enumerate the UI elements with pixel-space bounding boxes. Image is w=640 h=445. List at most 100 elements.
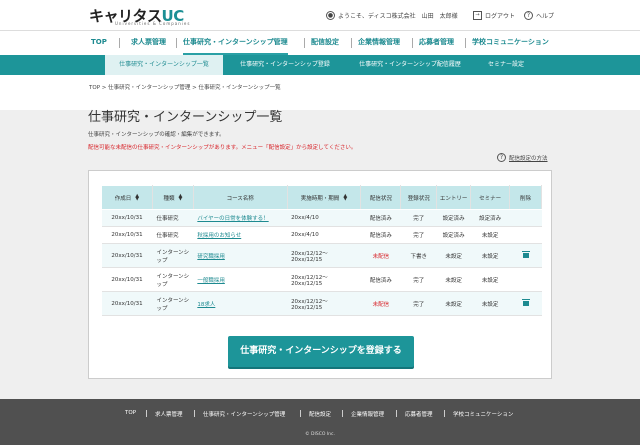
col-registration-status: 登録状況 [400, 185, 438, 210]
user-icon: ● [326, 11, 335, 20]
help-link[interactable]: ? ヘルプ [524, 11, 554, 20]
nav-company-info[interactable]: 企業情報管理 [358, 31, 400, 53]
page: キャリタスUC Universities & Companies ● ようこそ、… [0, 0, 640, 445]
table-row: 20xx/10/31 インターンシップ 18求人 20xx/12/12～20xx… [101, 291, 542, 316]
cell-period: 20xx/4/10 [287, 209, 361, 227]
copyright: © DISCO Inc. [305, 432, 335, 437]
cell-delete [509, 226, 542, 244]
cell-date: 20xx/10/31 [101, 209, 153, 227]
col-delete: 削除 [509, 185, 542, 210]
table-row: 20xx/10/31 仕事研究 バイヤーの日常を体験する！ 20xx/4/10 … [101, 209, 542, 227]
footer-divider [342, 410, 343, 417]
help-label: ヘルプ [536, 13, 555, 20]
footer-divider [300, 410, 301, 417]
footer-link-delivery[interactable]: 配信設定 [309, 410, 331, 418]
nav-divider [412, 38, 413, 48]
breadcrumb[interactable]: TOP > 仕事研究・インターンシップ管理 > 仕事研究・インターンシップ一覧 [89, 83, 281, 91]
course-link[interactable]: バイヤーの日常を体験する！ [197, 216, 268, 222]
sort-icon[interactable]: ▲ ▼ [178, 194, 182, 202]
nav-delivery[interactable]: 配信設定 [311, 31, 339, 53]
main-nav: TOP 求人票管理 仕事研究・インターンシップ管理 配信設定 企業情報管理 応募… [0, 30, 640, 55]
cell-course[interactable]: 研究職採用 [193, 243, 288, 268]
nav-job-posting[interactable]: 求人票管理 [131, 31, 166, 53]
cell-delivery-status: 配信済み [360, 267, 401, 292]
cell-date: 20xx/10/31 [101, 291, 153, 316]
subnav-delivery-history[interactable]: 仕事研究・インターンシップ配信履歴 [348, 55, 472, 75]
cell-entry: 未設定 [436, 291, 471, 316]
nav-divider [119, 38, 120, 48]
table-row: 20xx/10/31 インターンシップ 研究職採用 20xx/12/12～20x… [101, 243, 542, 268]
col-seminar: セミナー [470, 185, 511, 210]
cell-registration-status: 完了 [400, 226, 437, 244]
internship-table: 作成日 ▲ ▼ 種類 ▲ ▼ コース名称 実施時期・期間 ▲ ▼ 配信状況 登録状況 エント… [101, 185, 542, 316]
cell-period: 20xx/12/12～20xx/12/15 [287, 291, 361, 316]
page-description: 仕事研究・インターンシップの確認・編集ができます。 [88, 132, 225, 138]
page-title: 仕事研究・インターンシップ一覧 [88, 110, 283, 125]
footer-divider [194, 410, 195, 417]
cell-entry: 未設定 [436, 243, 471, 268]
greeting-text: ようこそ、ディスコ株式会社 山田 太郎様 [338, 13, 458, 20]
sort-icon[interactable]: ▲ ▼ [135, 194, 139, 202]
col-created-date[interactable]: 作成日 ▲ ▼ [101, 185, 153, 210]
cell-entry: 未設定 [436, 267, 471, 292]
logout-label: ログアウト [485, 13, 516, 20]
footer-link-top[interactable]: TOP [125, 410, 136, 416]
course-link[interactable]: 18求人 [197, 302, 215, 308]
cell-delivery-status: 未配信 [360, 243, 401, 268]
cell-seminar: 未設定 [470, 291, 510, 316]
cell-registration-status: 完了 [400, 267, 437, 292]
table-header-row: 作成日 ▲ ▼ 種類 ▲ ▼ コース名称 実施時期・期間 ▲ ▼ 配信状況 登録状況 エント… [101, 185, 542, 210]
col-period[interactable]: 実施時期・期間 ▲ ▼ [286, 185, 362, 210]
nav-school-communication[interactable]: 学校コミュニケーション [472, 31, 549, 53]
footer-divider [146, 410, 147, 417]
trash-icon[interactable] [521, 251, 530, 258]
cell-seminar: 未設定 [470, 226, 510, 244]
cell-date: 20xx/10/31 [101, 267, 153, 292]
cell-seminar: 未設定 [470, 243, 510, 268]
course-link[interactable]: 秋採用のお知らせ [197, 233, 241, 239]
logo-subtitle: Universities & Companies [115, 21, 191, 26]
cell-registration-status: 完了 [400, 291, 437, 316]
cell-entry: 設定済み [436, 226, 471, 244]
cell-entry: 設定済み [436, 209, 471, 227]
trash-icon[interactable] [521, 299, 530, 306]
cell-type: インターンシップ [152, 291, 194, 316]
course-link[interactable]: 一般職採用 [197, 278, 225, 284]
footer-divider [444, 410, 445, 417]
warning-message: 配信可能な未配信の仕事研究・インターンシップがあります。メニュー「配信設定」から… [88, 145, 357, 151]
cell-course[interactable]: 秋採用のお知らせ [193, 226, 288, 244]
logout-icon: → [473, 11, 482, 20]
question-icon: ? [497, 153, 506, 162]
nav-top[interactable]: TOP [91, 31, 107, 53]
delivery-help-label: 配信設定の方法 [509, 155, 548, 162]
subnav-internship-register[interactable]: 仕事研究・インターンシップ登録 [226, 55, 344, 75]
table-row: 20xx/10/31 インターンシップ 一般職採用 20xx/12/12～20x… [101, 267, 542, 292]
cell-course[interactable]: 一般職採用 [193, 267, 288, 292]
cell-seminar: 設定済み [470, 209, 510, 227]
cell-delivery-status: 未配信 [360, 291, 401, 316]
footer-link-school-communication[interactable]: 学校コミュニケーション [453, 410, 513, 418]
list-card: 作成日 ▲ ▼ 種類 ▲ ▼ コース名称 実施時期・期間 ▲ ▼ 配信状況 登録状況 エント… [88, 170, 552, 379]
cell-course[interactable]: バイヤーの日常を体験する！ [193, 209, 288, 227]
col-type[interactable]: 種類 ▲ ▼ [151, 185, 194, 210]
logout-link[interactable]: → ログアウト [473, 11, 515, 20]
footer: TOP 求人票管理 仕事研究・インターンシップ管理 配信設定 企業情報管理 応募… [0, 399, 640, 445]
course-link[interactable]: 研究職採用 [197, 254, 225, 260]
nav-internship[interactable]: 仕事研究・インターンシップ管理 [183, 31, 288, 55]
cell-course[interactable]: 18求人 [193, 291, 288, 316]
footer-link-applicants[interactable]: 応募者管理 [405, 410, 433, 418]
nav-applicants[interactable]: 応募者管理 [419, 31, 454, 53]
table-row: 20xx/10/31 仕事研究 秋採用のお知らせ 20xx/4/10 配信済み … [101, 226, 542, 244]
cell-type: インターンシップ [152, 243, 194, 268]
footer-link-internship[interactable]: 仕事研究・インターンシップ管理 [203, 410, 285, 418]
footer-link-job-posting[interactable]: 求人票管理 [155, 410, 183, 418]
subnav-internship-list[interactable]: 仕事研究・インターンシップ一覧 [105, 55, 223, 75]
cell-type: 仕事研究 [152, 209, 194, 227]
delivery-help-link[interactable]: ? 配信設定の方法 [497, 153, 548, 162]
subnav-seminar-settings[interactable]: セミナー設定 [476, 55, 536, 75]
cell-delete [509, 267, 542, 292]
register-internship-button[interactable]: 仕事研究・インターンシップを登録する [228, 336, 414, 367]
sort-icon[interactable]: ▲ ▼ [343, 194, 347, 202]
footer-link-company-info[interactable]: 企業情報管理 [351, 410, 384, 418]
user-greeting: ● ようこそ、ディスコ株式会社 山田 太郎様 [326, 11, 458, 20]
